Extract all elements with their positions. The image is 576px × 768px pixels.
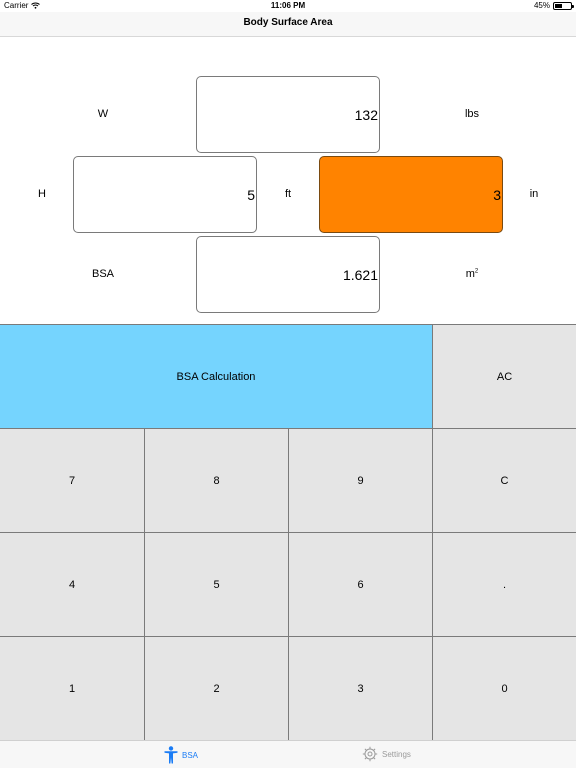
tab-settings-label: Settings (382, 749, 411, 759)
key-4[interactable]: 4 (0, 533, 145, 637)
weight-label: W (97, 108, 109, 120)
bsa-unit-exponent: 2 (474, 268, 479, 275)
key-5[interactable]: 5 (145, 533, 289, 637)
navigation-bar: Body Surface Area (0, 12, 576, 37)
bsa-calculation-button[interactable]: BSA Calculation (0, 325, 433, 429)
key-8[interactable]: 8 (145, 429, 289, 533)
key-9[interactable]: 9 (289, 429, 433, 533)
clear-button[interactable]: C (433, 429, 576, 533)
all-clear-button[interactable]: AC (433, 325, 576, 429)
weight-value: 132 (354, 106, 378, 123)
bsa-unit: m2 (456, 268, 488, 280)
weight-unit: lbs (464, 108, 480, 120)
page-title: Body Surface Area (243, 17, 333, 28)
gear-icon (362, 746, 378, 762)
status-time: 11:06 PM (270, 1, 306, 10)
bsa-unit-base: m (465, 268, 475, 280)
key-7[interactable]: 7 (0, 429, 145, 533)
height-label: H (38, 188, 46, 200)
battery-icon (553, 1, 574, 10)
key-6[interactable]: 6 (289, 533, 433, 637)
tab-bar: BSA Settings (0, 740, 576, 768)
bsa-label: BSA (91, 268, 114, 280)
battery-fill (555, 3, 562, 8)
status-bar: Carrier 11:06 PM 45% (0, 0, 576, 12)
bsa-value: 1.621 (342, 266, 378, 283)
bsa-result-field: 1.621 (196, 236, 380, 313)
tab-bsa[interactable]: BSA (164, 746, 198, 764)
key-2[interactable]: 2 (145, 637, 289, 741)
key-1[interactable]: 1 (0, 637, 145, 741)
tab-settings[interactable]: Settings (362, 746, 411, 762)
height-inches-value: 3 (493, 186, 501, 203)
height-feet-value: 5 (247, 186, 255, 203)
key-3[interactable]: 3 (289, 637, 433, 741)
keypad: BSA Calculation AC 7 8 9 C 4 5 6 . 1 2 3… (0, 324, 576, 741)
height-feet-field[interactable]: 5 (73, 156, 257, 233)
status-right: 45% (533, 1, 574, 10)
battery-percent: 45% (533, 1, 550, 10)
decimal-point-button[interactable]: . (433, 533, 576, 637)
height-inches-unit: in (529, 188, 539, 200)
height-feet-unit: ft (284, 188, 292, 200)
person-icon (164, 746, 178, 764)
key-0[interactable]: 0 (433, 637, 576, 741)
height-inches-field[interactable]: 3 (319, 156, 503, 233)
tab-bsa-label: BSA (182, 750, 199, 760)
battery-nub (572, 4, 574, 8)
weight-field[interactable]: 132 (196, 76, 380, 153)
